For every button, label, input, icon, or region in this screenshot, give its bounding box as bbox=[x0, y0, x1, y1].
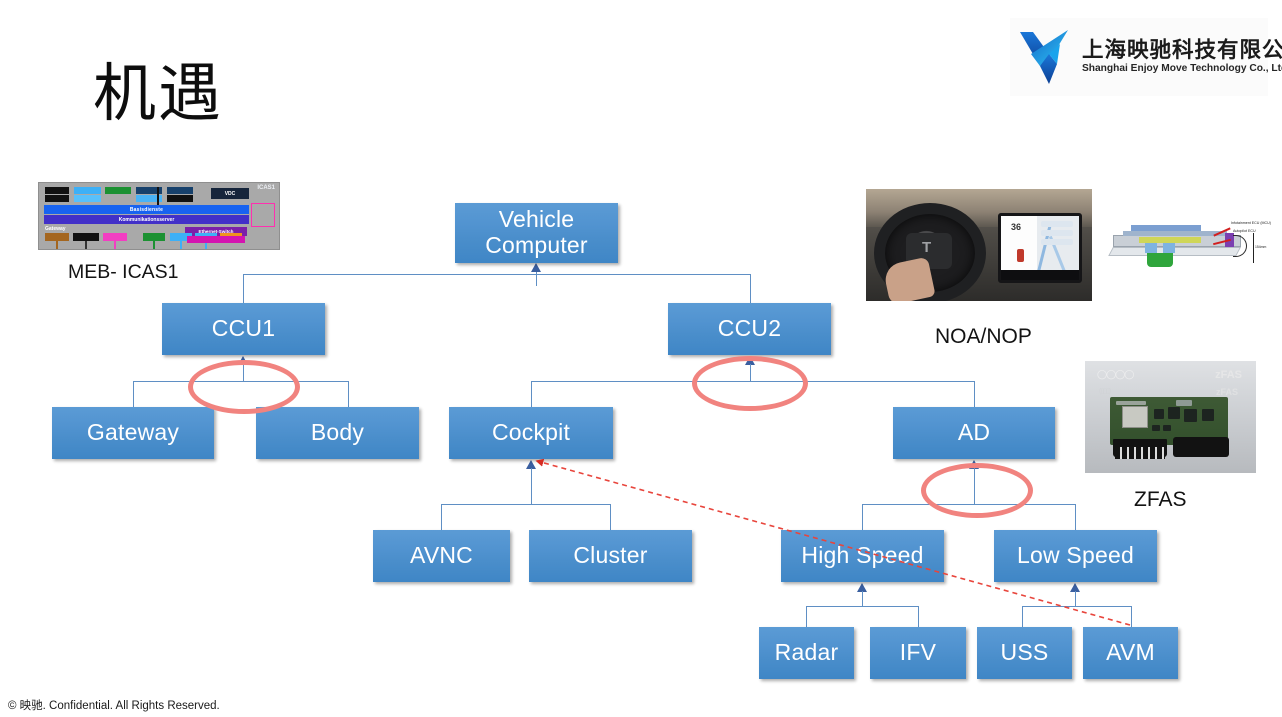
arrow-to-vehicle-computer bbox=[531, 263, 541, 272]
node-ifv[interactable]: IFV bbox=[870, 627, 966, 679]
connector-vc-bus bbox=[243, 274, 751, 275]
chassis-label-dimension: 154mm bbox=[1255, 245, 1267, 249]
node-cockpit[interactable]: Cockpit bbox=[449, 407, 613, 459]
audi-rings-icon-small: (▯▯▯) bbox=[1099, 388, 1111, 395]
chassis-label-infotainment: Infotainment ECU (MCU) bbox=[1231, 221, 1271, 225]
node-avm[interactable]: AVM bbox=[1083, 627, 1178, 679]
zfas-main-soc bbox=[1122, 406, 1148, 428]
connector-ccu1-riser bbox=[243, 274, 244, 303]
node-radar[interactable]: Radar bbox=[759, 627, 854, 679]
connector-cluster-riser bbox=[610, 504, 611, 530]
slide-canvas: 上海映驰科技有限公司 Shanghai Enjoy Move Technolog… bbox=[0, 0, 1282, 717]
node-avnc[interactable]: AVNC bbox=[373, 530, 510, 582]
connector-highspeed-riser bbox=[862, 504, 863, 530]
connector-lowspeed-bus bbox=[1022, 606, 1132, 607]
connector-ad-riser bbox=[974, 381, 975, 407]
node-vehicle-computer[interactable]: Vehicle Computer bbox=[455, 203, 618, 263]
connector-highspeed-stem bbox=[862, 591, 863, 606]
tesla-logo-icon: T bbox=[922, 239, 932, 256]
highlight-ellipse-ccu2-junction bbox=[692, 356, 808, 411]
node-cluster[interactable]: Cluster bbox=[529, 530, 692, 582]
footer-copyright: © 映驰. Confidential. All Rights Reserved. bbox=[8, 700, 220, 712]
logo-company-name-en: Shanghai Enjoy Move Technology Co., Ltd bbox=[1082, 63, 1282, 75]
connector-cockpit-bus bbox=[441, 504, 611, 505]
zfas-wordmark: zFAS bbox=[1215, 369, 1242, 381]
icas-vdc-label: VDC bbox=[211, 188, 249, 199]
connector-radar-riser bbox=[806, 606, 807, 627]
connector-avnc-riser bbox=[441, 504, 442, 530]
caption-meb-icas1: MEB- ICAS1 bbox=[68, 261, 179, 283]
node-gateway[interactable]: Gateway bbox=[52, 407, 214, 459]
node-uss[interactable]: USS bbox=[977, 627, 1072, 679]
icas-basisdienste-band: Basisdienste bbox=[44, 205, 249, 214]
highlight-ellipse-ad-junction bbox=[921, 463, 1033, 518]
node-body[interactable]: Body bbox=[256, 407, 419, 459]
highlight-ellipse-ccu1-junction bbox=[188, 360, 300, 414]
tesla-display-taskbar bbox=[1001, 270, 1079, 280]
connector-cockpit-stem bbox=[531, 468, 532, 504]
connector-body-riser bbox=[348, 381, 349, 407]
caption-noa-nop: NOA/NOP bbox=[935, 325, 1032, 348]
tesla-speed-readout: 36 bbox=[1011, 222, 1022, 232]
connector-highspeed-bus bbox=[806, 606, 919, 607]
connector-gateway-riser bbox=[133, 381, 134, 407]
icas-gateway-label: Gateway bbox=[45, 226, 66, 232]
node-ccu2[interactable]: CCU2 bbox=[668, 303, 831, 355]
audi-rings-icon: ◯◯◯◯ bbox=[1097, 369, 1134, 379]
node-high-speed[interactable]: High Speed bbox=[781, 530, 944, 582]
tesla-map-card bbox=[1040, 230, 1073, 236]
image-meb-icas1: Basisdienste Kommunikationsserver Gatewa… bbox=[38, 182, 280, 250]
zfas-connector-right bbox=[1173, 437, 1229, 457]
image-zfas-board: ◯◯◯◯ (▯▯▯) zFAS zFAS bbox=[1085, 361, 1256, 473]
node-ad[interactable]: AD bbox=[893, 407, 1055, 459]
tesla-map-card bbox=[1040, 221, 1073, 227]
tesla-ego-car-icon bbox=[1017, 249, 1024, 262]
company-logo: 上海映驰科技有限公司 Shanghai Enjoy Move Technolog… bbox=[1010, 18, 1282, 96]
icas-kommunikationsserver-band: Kommunikationsserver bbox=[44, 215, 249, 224]
node-low-speed[interactable]: Low Speed bbox=[994, 530, 1157, 582]
connector-uss-riser bbox=[1022, 606, 1023, 627]
connector-lowspeed-stem bbox=[1075, 591, 1076, 606]
logo-mark-icon bbox=[1016, 26, 1072, 88]
connector-ifv-riser bbox=[918, 606, 919, 627]
image-chassis-ecu-diagram: Infotainment ECU (MCU) Autopilot ECU 154… bbox=[1103, 213, 1273, 275]
logo-company-name-cn: 上海映驰科技有限公司 bbox=[1082, 37, 1282, 62]
tesla-center-display: 36 bbox=[998, 213, 1082, 283]
tesla-map-card bbox=[1040, 239, 1073, 245]
image-tesla-cockpit: 36 T bbox=[866, 189, 1092, 301]
page-title: 机遇 bbox=[93, 59, 223, 129]
caption-zfas: ZFAS bbox=[1134, 488, 1187, 511]
connector-cockpit-riser bbox=[531, 381, 532, 407]
zfas-wordmark-shadow: zFAS bbox=[1215, 387, 1238, 397]
connector-avm-riser bbox=[1131, 606, 1132, 627]
connector-ccu2-riser bbox=[750, 274, 751, 303]
connector-lowspeed-riser bbox=[1075, 504, 1076, 530]
zfas-pin-row bbox=[1115, 447, 1165, 459]
node-ccu1[interactable]: CCU1 bbox=[162, 303, 325, 355]
icas-icas1-label: ICAS1 bbox=[257, 185, 275, 191]
